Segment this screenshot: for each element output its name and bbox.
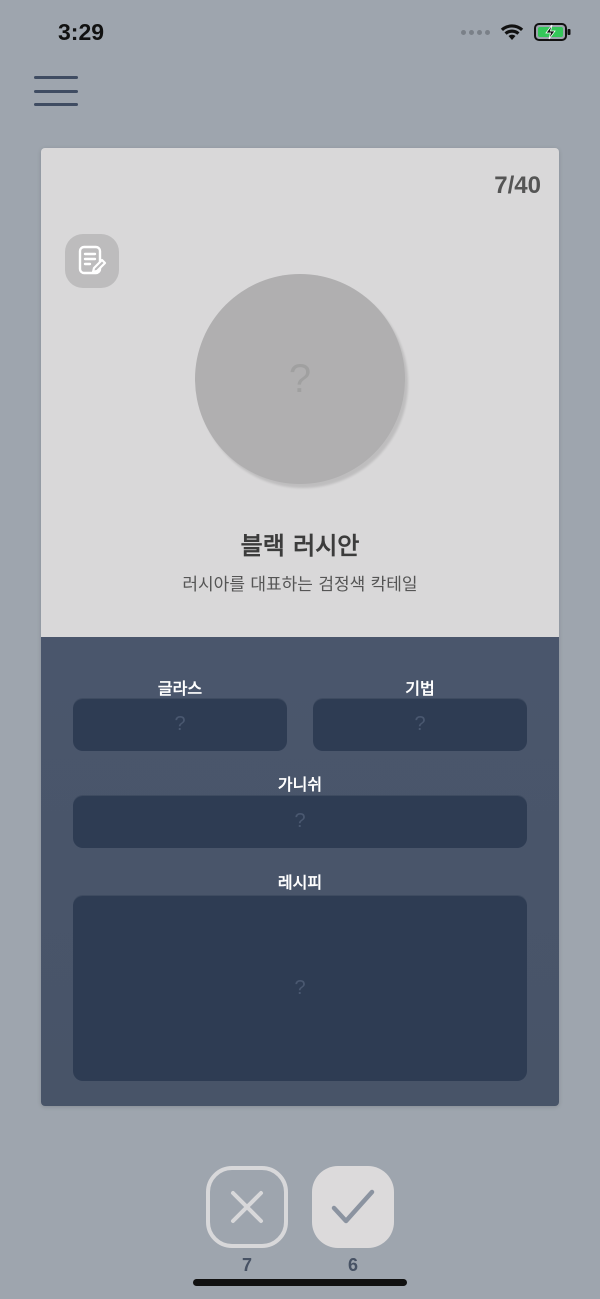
answer-section: 글라스 ? 기법 ? 가니쉬 ? 레시피 ? bbox=[41, 637, 559, 1106]
recipe-value: ? bbox=[294, 976, 306, 999]
glass-label: 글라스 bbox=[157, 679, 203, 698]
status-bar: 3:29 bbox=[0, 0, 600, 66]
avatar-question-mark: ? bbox=[288, 356, 312, 401]
wifi-icon bbox=[500, 24, 524, 40]
battery-charging-icon bbox=[534, 23, 571, 41]
recipe-label: 레시피 bbox=[277, 873, 323, 892]
glass-value: ? bbox=[174, 713, 186, 735]
cocktail-image-placeholder: ? bbox=[195, 274, 405, 484]
technique-value: ? bbox=[414, 713, 426, 735]
cocktail-description: 러시아를 대표하는 검정색 칵테일 bbox=[182, 575, 418, 595]
checkmark-icon bbox=[331, 1189, 375, 1224]
status-time: 3:29 bbox=[58, 19, 105, 45]
note-edit-icon bbox=[78, 245, 107, 275]
cocktail-name: 블랙 러시안 bbox=[240, 532, 360, 560]
technique-label: 기법 bbox=[405, 679, 435, 698]
garnish-label: 가니쉬 bbox=[277, 775, 323, 794]
glass-field[interactable]: ? bbox=[73, 698, 287, 751]
correct-count: 6 bbox=[347, 1255, 358, 1275]
close-icon bbox=[231, 1191, 263, 1223]
note-edit-button[interactable] bbox=[65, 234, 119, 288]
status-icons bbox=[461, 20, 572, 44]
garnish-field[interactable]: ? bbox=[73, 795, 527, 848]
correct-button[interactable] bbox=[312, 1166, 394, 1248]
wrong-count: 7 bbox=[241, 1255, 252, 1275]
garnish-value: ? bbox=[294, 810, 306, 832]
progress-counter: 7/40 bbox=[494, 172, 541, 199]
home-indicator[interactable] bbox=[193, 1279, 407, 1286]
hamburger-menu-icon[interactable] bbox=[34, 76, 78, 106]
cellular-signal-icon bbox=[461, 29, 490, 35]
wrong-button[interactable] bbox=[206, 1166, 288, 1248]
quiz-card: 7/40 ? 블랙 러시안 러시아를 대표하는 검정색 칵테일 글라스 ? 기법… bbox=[41, 148, 559, 1106]
recipe-field[interactable]: ? bbox=[73, 895, 527, 1081]
card-header: 7/40 ? 블랙 러시안 러시아를 대표하는 검정색 칵테일 bbox=[41, 148, 559, 637]
technique-field[interactable]: ? bbox=[313, 698, 527, 751]
